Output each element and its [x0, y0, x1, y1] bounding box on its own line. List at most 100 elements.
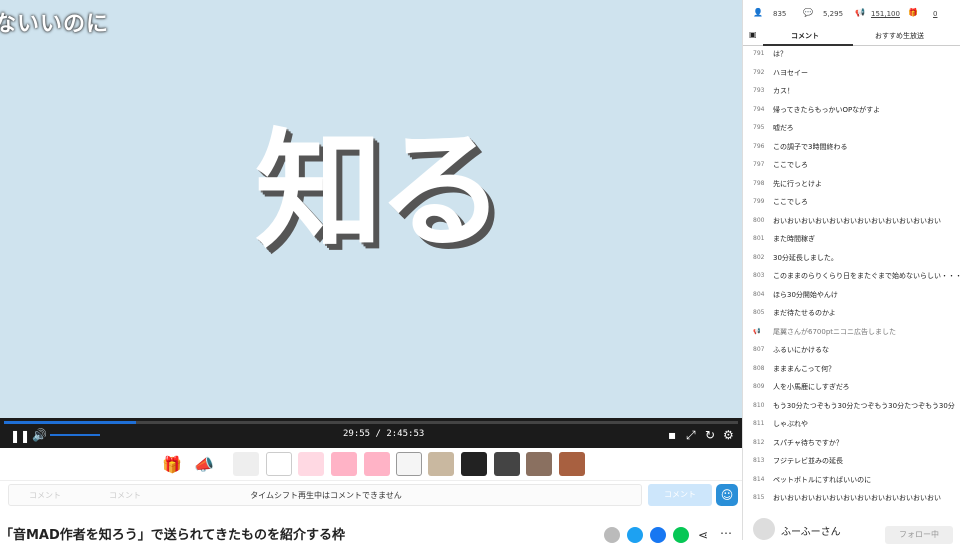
comment-row[interactable]: 791 は？ [743, 45, 960, 64]
comment-row[interactable]: 801 また時間稼ぎ [743, 230, 960, 249]
comment-text: ハヨセイー [773, 68, 808, 77]
comment-number: 803 [753, 272, 765, 279]
facebook-icon[interactable] [650, 527, 666, 543]
twitter-icon[interactable] [627, 527, 643, 543]
comment-row[interactable]: 813 フジテレビ並みの延長 [743, 452, 960, 471]
gift-item-ed[interactable] [396, 452, 422, 476]
comment-row[interactable]: 793 カス！ [743, 82, 960, 101]
comment-number: 804 [753, 290, 765, 298]
comment-row[interactable]: 804 ほら30分開始やんけ [743, 286, 960, 305]
comment-number: 811 [753, 420, 765, 427]
megaphone-icon[interactable]: 📣 [192, 452, 216, 476]
comment-text: ふるいにかけるな [773, 346, 829, 354]
comment-text: しゃぶれや [773, 420, 808, 428]
comment-bar: コメント コメント タイムシフト再生中はコメントできません コメント ☺ [0, 480, 742, 508]
gift-item-thumb2[interactable] [461, 452, 487, 476]
volume-icon[interactable]: 🔊 [32, 428, 47, 442]
comment-text: 先に行っとけよ [773, 179, 822, 188]
emoji-icon[interactable]: ☺ [716, 484, 738, 506]
comment-number: 815 [753, 494, 765, 501]
gift-toolbar: 🎁 📣 [0, 448, 742, 480]
gift-item-n[interactable] [331, 452, 357, 476]
ad-icon: 📢 [855, 8, 865, 17]
comment-row[interactable]: 800 おいおいおいおいおいおいおいおいおいおいおいおい [743, 212, 960, 231]
video-screen[interactable]: ないいのに 知る [0, 0, 742, 418]
broadcaster-name[interactable]: ふーふーさん [781, 523, 841, 538]
comment-text: また時間稼ぎ [773, 235, 815, 243]
gift-item-thumb1[interactable] [428, 452, 454, 476]
comment-number: 809 [753, 383, 765, 390]
gift-item-thumb3[interactable] [494, 452, 520, 476]
gift-item-thumb4[interactable] [526, 452, 552, 476]
comment-text: 帰ってきたらもっかいOPながすよ [773, 105, 881, 114]
comment-count: 5,295 [823, 10, 844, 18]
player-area: ないいのに 知る ❚❚ 🔊 29:55 / 2:45:53 ▪ ⤢ ↻ ⚙ 🎁 … [0, 0, 742, 543]
comment-text: 尾翼さんが6700ptニコニ広告しました [773, 327, 897, 336]
comment-number: 799 [753, 198, 765, 205]
broadcaster-avatar[interactable] [753, 518, 775, 540]
comment-row[interactable]: 798 先に行っとけよ [743, 175, 960, 194]
comment-toggle-icon[interactable]: ▪ [668, 428, 676, 442]
comment-row[interactable]: 799 ここでしろ [743, 193, 960, 212]
follow-button[interactable]: フォロー中 [885, 526, 953, 544]
seek-bar[interactable] [4, 421, 738, 424]
comment-submit-button[interactable]: コメント [648, 484, 712, 506]
info-icon[interactable] [604, 527, 620, 543]
tab-recommended[interactable]: おすすめ生放送 [875, 31, 924, 41]
comment-text: この調子で3時間終わる [773, 142, 848, 151]
comment-row[interactable]: 811 しゃぶれや [743, 415, 960, 434]
gift-icon[interactable]: 🎁 [160, 452, 184, 476]
comment-disabled-notice: タイムシフト再生中はコメントできません [250, 491, 402, 500]
gift-item-thumb5[interactable] [559, 452, 585, 476]
comment-number: 797 [753, 161, 765, 168]
comment-row[interactable]: 815 おいおいおいおいおいおいおいおいおいおいおいおい [743, 489, 960, 508]
comment-row[interactable]: 796 この調子で3時間終わる [743, 138, 960, 157]
viewer-count: 835 [773, 10, 787, 18]
comment-text: 嘘だろ [773, 124, 794, 132]
comment-number: 802 [753, 253, 765, 261]
comment-row[interactable]: 810 もう30分たつぞもう30分たつぞもう30分たつぞもう30分 [743, 397, 960, 416]
video-overlay-text: ないいのに [0, 12, 110, 37]
gift-item-head[interactable] [266, 452, 292, 476]
reload-icon[interactable]: ↻ [705, 428, 715, 442]
comment-row[interactable]: 795 嘘だろ [743, 119, 960, 138]
comment-text: ここでしろ [773, 198, 808, 206]
time-display: 29:55 / 2:45:53 [343, 429, 425, 439]
comment-text: スパチャ待ちですか？ [773, 438, 843, 447]
comment-row[interactable]: 797 ここでしろ [743, 156, 960, 175]
comment-number: 807 [753, 346, 765, 353]
gift-item-ko[interactable] [364, 452, 390, 476]
comment-number: 791 [753, 50, 765, 57]
comment-text: もう30分たつぞもう30分たつぞもう30分たつぞもう30分 [773, 401, 955, 410]
ad-icon: 📢 [753, 327, 761, 335]
comment-row[interactable]: 792 ハヨセイー [743, 64, 960, 83]
gift-count[interactable]: 0 [933, 10, 937, 18]
comment-row[interactable]: 802 30分延長しました。 [743, 249, 960, 268]
fullscreen-icon[interactable]: ⤢ [686, 428, 696, 442]
gift-item-mamama[interactable] [298, 452, 324, 476]
comment-row[interactable]: 803 このままのらりくらり日をまたぐまで始めないらしい・・・ [743, 267, 960, 286]
comment-row[interactable]: 812 スパチャ待ちですか？ [743, 434, 960, 453]
comment-row[interactable]: 805 まだ待たせるのかよ [743, 304, 960, 323]
comment-text: このままのらりくらり日をまたぐまで始めないらしい・・・ [773, 272, 960, 280]
viewer-icon: 👤 [753, 8, 763, 17]
ad-points[interactable]: 151,100 [871, 10, 900, 18]
comment-row[interactable]: 808 まままんこって何？ [743, 360, 960, 379]
volume-slider[interactable] [50, 434, 100, 436]
gift-item-blank[interactable] [233, 452, 259, 476]
settings-icon[interactable]: ⚙ [723, 428, 734, 442]
comment-list[interactable]: 791 は？ 792 ハヨセイー 793 カス！ 794 帰ってきたらもっかいOPながすよ 79… [743, 45, 960, 508]
panel-menu-icon[interactable]: ▣ [749, 30, 757, 39]
comment-row[interactable]: 809 人を小馬鹿にしすぎだろ [743, 378, 960, 397]
tab-comments[interactable]: コメント [791, 31, 819, 41]
comment-input[interactable]: コメント コメント タイムシフト再生中はコメントできません [8, 484, 642, 506]
line-icon[interactable] [673, 527, 689, 543]
player-controls: ❚❚ 🔊 29:55 / 2:45:53 ▪ ⤢ ↻ ⚙ [0, 418, 742, 448]
pause-icon[interactable]: ❚❚ [10, 429, 30, 443]
comment-row[interactable]: 807 ふるいにかけるな [743, 341, 960, 360]
comment-number: 813 [753, 457, 765, 464]
system-message-row[interactable]: 📢 尾翼さんが6700ptニコニ広告しました [743, 323, 960, 342]
more-icon[interactable]: ⋯ [720, 526, 732, 540]
comment-row[interactable]: 794 帰ってきたらもっかいOPながすよ [743, 101, 960, 120]
comment-row[interactable]: 814 ペットボトルにすればいいのに [743, 471, 960, 490]
